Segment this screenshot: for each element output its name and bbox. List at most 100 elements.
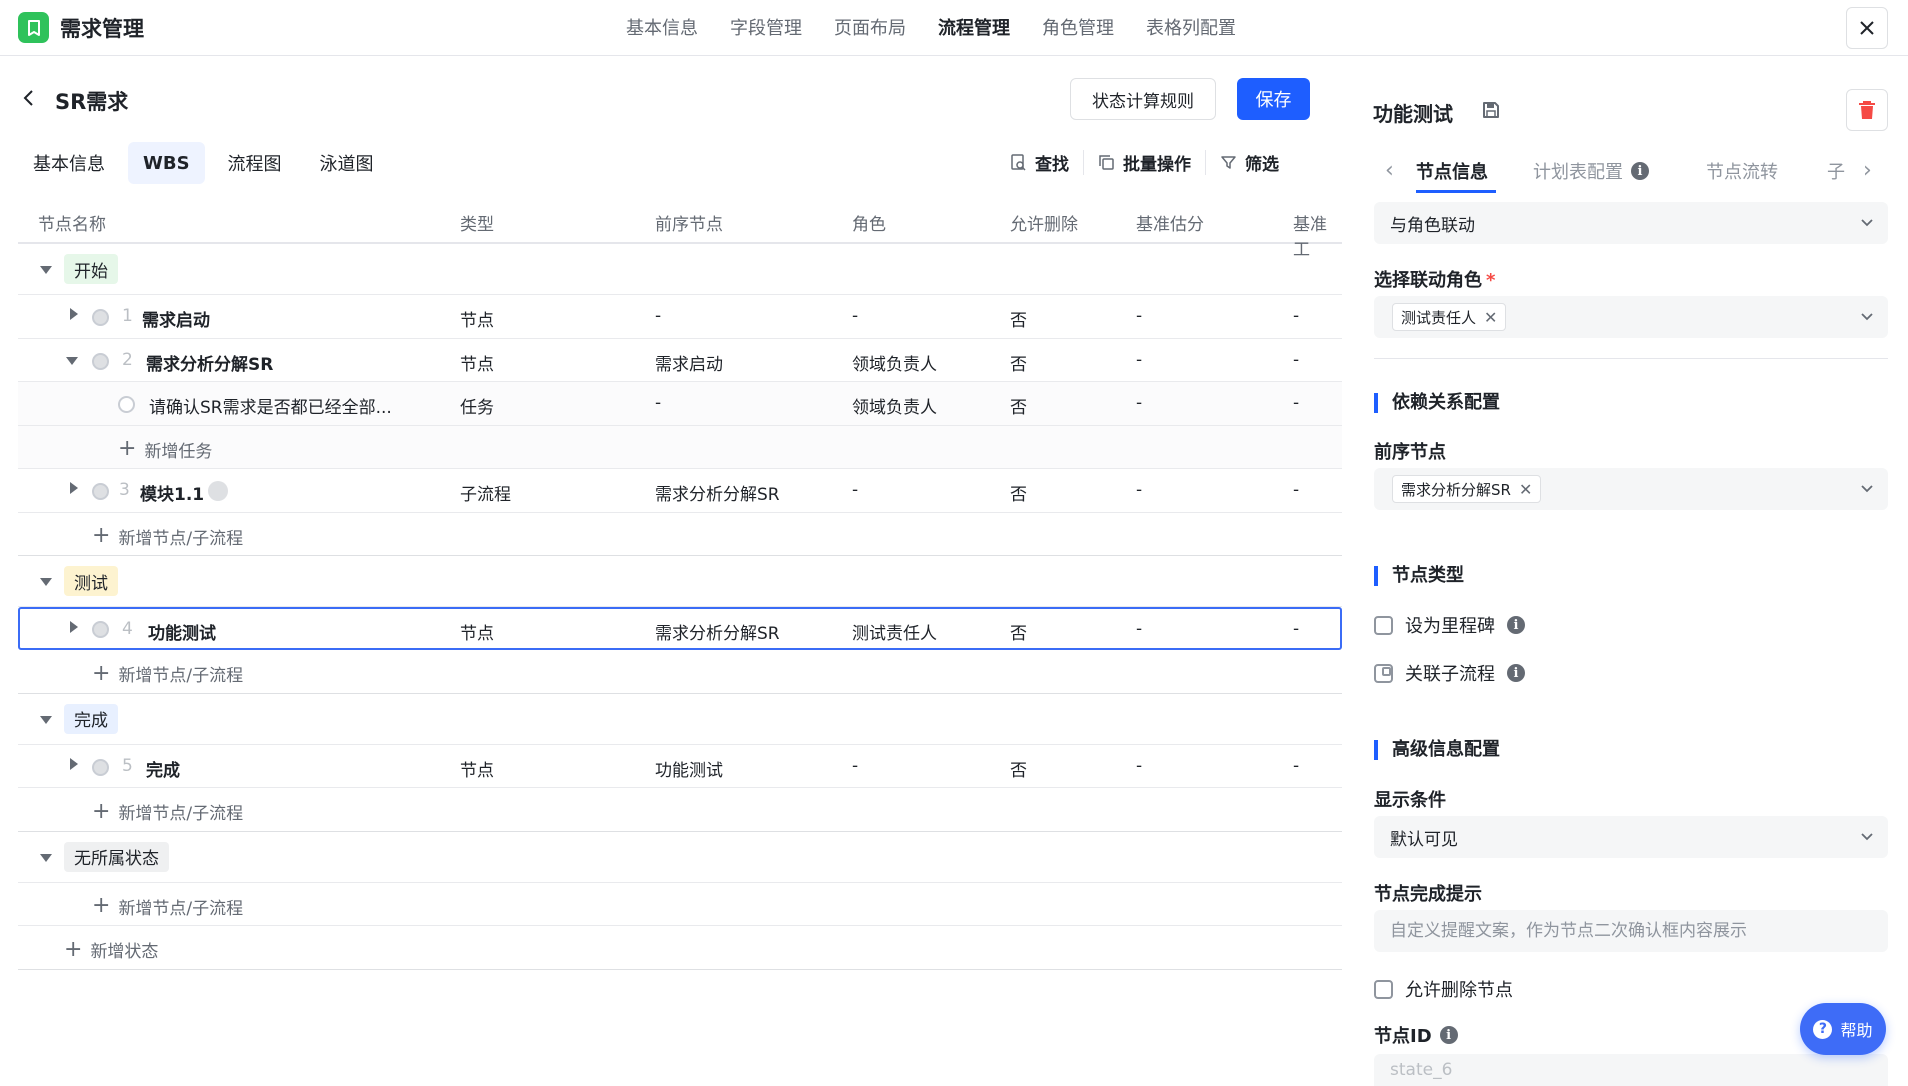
add-task-button[interactable]: + 新增任务 — [118, 437, 212, 462]
tab-plan-config[interactable]: 计划表配置 i — [1533, 158, 1649, 184]
display-cond-label: 显示条件 — [1374, 790, 1446, 811]
tab-wbs[interactable]: WBS — [128, 142, 205, 184]
expand-icon[interactable] — [70, 308, 78, 320]
table-row[interactable]: 3 模块1.1 子流程 需求分析分解SR - 否 - - — [18, 469, 1342, 513]
remove-chip-icon[interactable]: ✕ — [1519, 480, 1532, 499]
add-node-button[interactable]: + 新增节点/子流程 — [92, 524, 243, 549]
status-rule-button[interactable]: 状态计算规则 — [1070, 78, 1216, 120]
save-button[interactable]: 保存 — [1237, 78, 1310, 120]
filter-tool-button[interactable]: 筛选 — [1205, 150, 1293, 175]
collapse-icon[interactable] — [40, 853, 52, 862]
row-role: - — [852, 755, 859, 776]
type-section-title: 节点类型 — [1374, 566, 1464, 586]
tab-sub[interactable]: 子 — [1827, 158, 1845, 184]
milestone-label: 设为里程碑 — [1405, 616, 1495, 637]
row-estimate: - — [1136, 480, 1143, 500]
table-row[interactable]: 请确认SR需求是否都已经全部... 任务 - 领域负责人 否 - - — [18, 382, 1342, 426]
add-node-row: + 新增节点/子流程 — [18, 788, 1342, 832]
save-icon[interactable] — [1481, 100, 1501, 120]
table-row[interactable]: 5 完成 节点 功能测试 - 否 - - — [18, 745, 1342, 788]
add-state-button[interactable]: + 新增状态 — [64, 937, 158, 962]
status-dot-icon — [92, 352, 109, 370]
status-dot-icon — [92, 621, 109, 638]
task-status-icon[interactable] — [118, 396, 135, 413]
info-icon: i — [1507, 616, 1525, 634]
table-row[interactable]: 2 需求分析分解SR 节点 需求启动 领域负责人 否 - - — [18, 339, 1342, 382]
row-allow-delete: 否 — [1010, 624, 1027, 644]
col-role: 角色 — [852, 215, 886, 235]
delete-node-button[interactable] — [1846, 89, 1888, 131]
group-row-none[interactable]: 无所属状态 — [18, 832, 1342, 883]
chevron-down-icon — [1861, 833, 1873, 841]
role-label-text: 选择联动角色 — [1374, 270, 1482, 291]
search-label: 查找 — [1035, 155, 1069, 175]
add-node-button[interactable]: + 新增节点/子流程 — [92, 894, 243, 919]
tabs-prev-icon[interactable]: ‹ — [1385, 158, 1394, 183]
row-name: 功能测试 — [148, 624, 216, 644]
row-prev: - — [655, 306, 662, 326]
role-select[interactable]: 测试责任人 ✕ — [1374, 296, 1888, 338]
allow-delete-checkbox[interactable]: 允许删除节点 — [1374, 976, 1513, 1002]
row-allow-delete: 否 — [1010, 398, 1027, 418]
subflow-checkbox[interactable]: 关联子流程 i — [1374, 660, 1525, 686]
topnav-flow[interactable]: 流程管理 — [938, 14, 1010, 40]
row-prev: 需求分析分解SR — [655, 624, 780, 644]
link-mode-select[interactable]: 与角色联动 — [1374, 202, 1888, 244]
collapse-icon[interactable] — [66, 356, 78, 365]
row-type: 子流程 — [460, 485, 511, 505]
tab-flowchart[interactable]: 流程图 — [213, 142, 297, 184]
collapse-icon[interactable] — [40, 578, 52, 586]
close-button[interactable] — [1846, 7, 1888, 49]
group-row-start[interactable]: 开始 — [18, 244, 1342, 295]
milestone-checkbox[interactable]: 设为里程碑 i — [1374, 612, 1525, 638]
tab-node-info-label: 节点信息 — [1416, 162, 1488, 183]
table-row-selected[interactable]: 4 功能测试 节点 需求分析分解SR 测试责任人 否 - - — [18, 607, 1342, 650]
remove-chip-icon[interactable]: ✕ — [1484, 308, 1497, 327]
topnav-basic[interactable]: 基本信息 — [626, 14, 698, 40]
add-node-row: + 新增节点/子流程 — [18, 650, 1342, 694]
tab-basic-info[interactable]: 基本信息 — [18, 142, 120, 184]
row-role: 领域负责人 — [852, 354, 937, 375]
display-cond-select[interactable]: 默认可见 — [1374, 816, 1888, 858]
expand-icon[interactable] — [70, 757, 78, 770]
row-allow-delete: 否 — [1010, 760, 1027, 781]
topnav-fields[interactable]: 字段管理 — [730, 14, 802, 40]
search-tool-button[interactable]: 查找 — [996, 150, 1083, 175]
group-tag: 测试 — [64, 566, 118, 596]
expand-icon[interactable] — [70, 482, 78, 494]
expand-icon[interactable] — [70, 621, 78, 633]
panel-tabs: ‹ 节点信息 计划表配置 i 节点流转 子 › — [1373, 150, 1888, 192]
chevron-down-icon — [1861, 313, 1873, 321]
row-baseline: - — [1293, 480, 1300, 500]
collapse-icon[interactable] — [40, 266, 52, 274]
back-icon[interactable] — [20, 86, 38, 110]
help-button[interactable]: ? 帮助 — [1800, 1003, 1886, 1055]
table-row[interactable]: 1 需求启动 节点 - - 否 - - — [18, 295, 1342, 339]
group-row-test[interactable]: 测试 — [18, 556, 1342, 607]
node-id-label: 节点ID i — [1374, 1022, 1458, 1048]
checkbox-icon — [1374, 979, 1393, 999]
add-node-label: 新增节点/子流程 — [118, 666, 244, 686]
group-row-done[interactable]: 完成 — [18, 694, 1342, 745]
row-estimate: - — [1136, 393, 1143, 413]
topnav-layout[interactable]: 页面布局 — [834, 14, 906, 40]
hint-input[interactable] — [1374, 910, 1888, 952]
row-type: 任务 — [460, 398, 494, 418]
tab-node-transition[interactable]: 节点流转 — [1706, 158, 1778, 184]
batch-tool-button[interactable]: 批量操作 — [1083, 150, 1205, 175]
col-allow-delete: 允许删除 — [1010, 215, 1078, 235]
help-label: 帮助 — [1840, 1021, 1873, 1040]
status-dot-icon — [92, 483, 109, 500]
topnav-roles[interactable]: 角色管理 — [1042, 14, 1114, 40]
collapse-icon[interactable] — [40, 715, 52, 724]
col-type: 类型 — [460, 215, 494, 235]
add-node-button[interactable]: + 新增节点/子流程 — [92, 799, 243, 824]
add-node-button[interactable]: + 新增节点/子流程 — [92, 661, 243, 686]
prev-node-select[interactable]: 需求分析分解SR ✕ — [1374, 468, 1888, 510]
row-type: 节点 — [460, 311, 494, 331]
tabs-next-icon[interactable]: › — [1863, 158, 1872, 183]
col-estimate: 基准估分 — [1136, 215, 1204, 235]
tab-node-info[interactable]: 节点信息 — [1416, 158, 1488, 184]
topnav-columns[interactable]: 表格列配置 — [1146, 14, 1236, 40]
tab-swimlane[interactable]: 泳道图 — [305, 142, 389, 184]
